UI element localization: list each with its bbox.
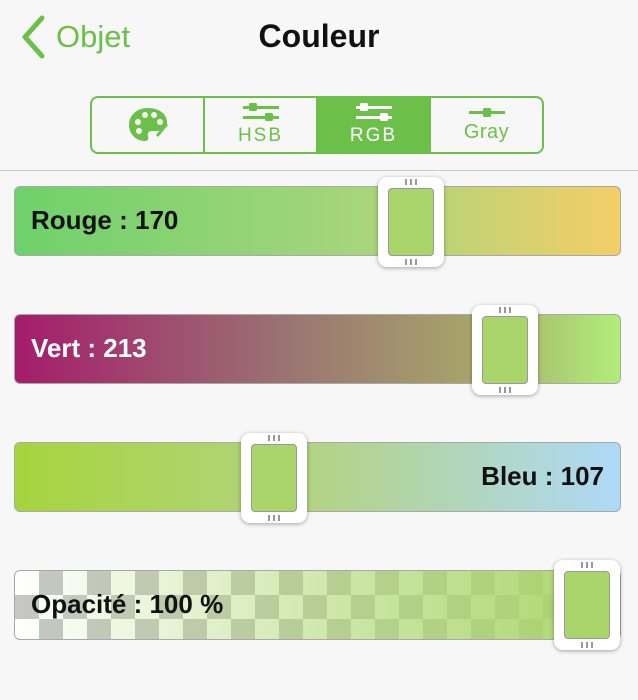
color-swatch: [564, 571, 610, 639]
grip-icon: [405, 259, 418, 265]
green-slider[interactable]: Vert : 213: [14, 305, 621, 395]
green-slider-thumb[interactable]: [472, 305, 539, 395]
grip-icon: [405, 179, 418, 185]
blue-slider-label: Bleu : 107: [481, 461, 604, 491]
grip-icon: [581, 562, 593, 568]
color-mode-segmented-control: HSB RGB Gray: [90, 96, 544, 154]
tab-gray[interactable]: Gray: [429, 98, 542, 152]
tab-hsb[interactable]: HSB: [203, 98, 316, 152]
header-divider: [0, 170, 638, 171]
red-slider[interactable]: Rouge : 170: [14, 177, 621, 267]
tab-rgb[interactable]: RGB: [316, 98, 429, 152]
color-swatch: [482, 316, 529, 384]
tab-hsb-label: HSB: [237, 125, 284, 146]
grip-icon: [267, 435, 280, 441]
grip-icon: [267, 515, 280, 521]
opacity-slider[interactable]: Opacité : 100 %: [14, 570, 621, 640]
tab-gray-label: Gray: [463, 120, 510, 143]
page-title: Couleur: [258, 18, 380, 54]
opacity-slider-label: Opacité : 100 %: [31, 589, 224, 619]
slider-icon: [468, 107, 505, 117]
color-picker-screen: Objet Couleur HSB RGB Gray Rouge: 170 V…: [0, 0, 638, 700]
sliders-icon: [355, 103, 392, 121]
tab-rgb-label: RGB: [349, 125, 398, 146]
red-slider-thumb[interactable]: [378, 177, 445, 267]
grip-icon: [581, 642, 593, 648]
color-swatch: [388, 188, 435, 256]
blue-slider[interactable]: Bleu : 107: [14, 433, 621, 523]
opacity-slider-thumb[interactable]: [554, 560, 620, 650]
blue-slider-thumb[interactable]: [240, 433, 307, 523]
grip-icon: [499, 307, 512, 313]
sliders-icon: [242, 103, 279, 121]
tab-palette[interactable]: [92, 98, 203, 152]
color-swatch: [250, 444, 297, 512]
palette-icon: [128, 108, 168, 141]
grip-icon: [499, 387, 512, 393]
red-slider-label: Rouge : 170: [31, 205, 179, 235]
green-slider-label: Vert : 213: [31, 333, 147, 363]
